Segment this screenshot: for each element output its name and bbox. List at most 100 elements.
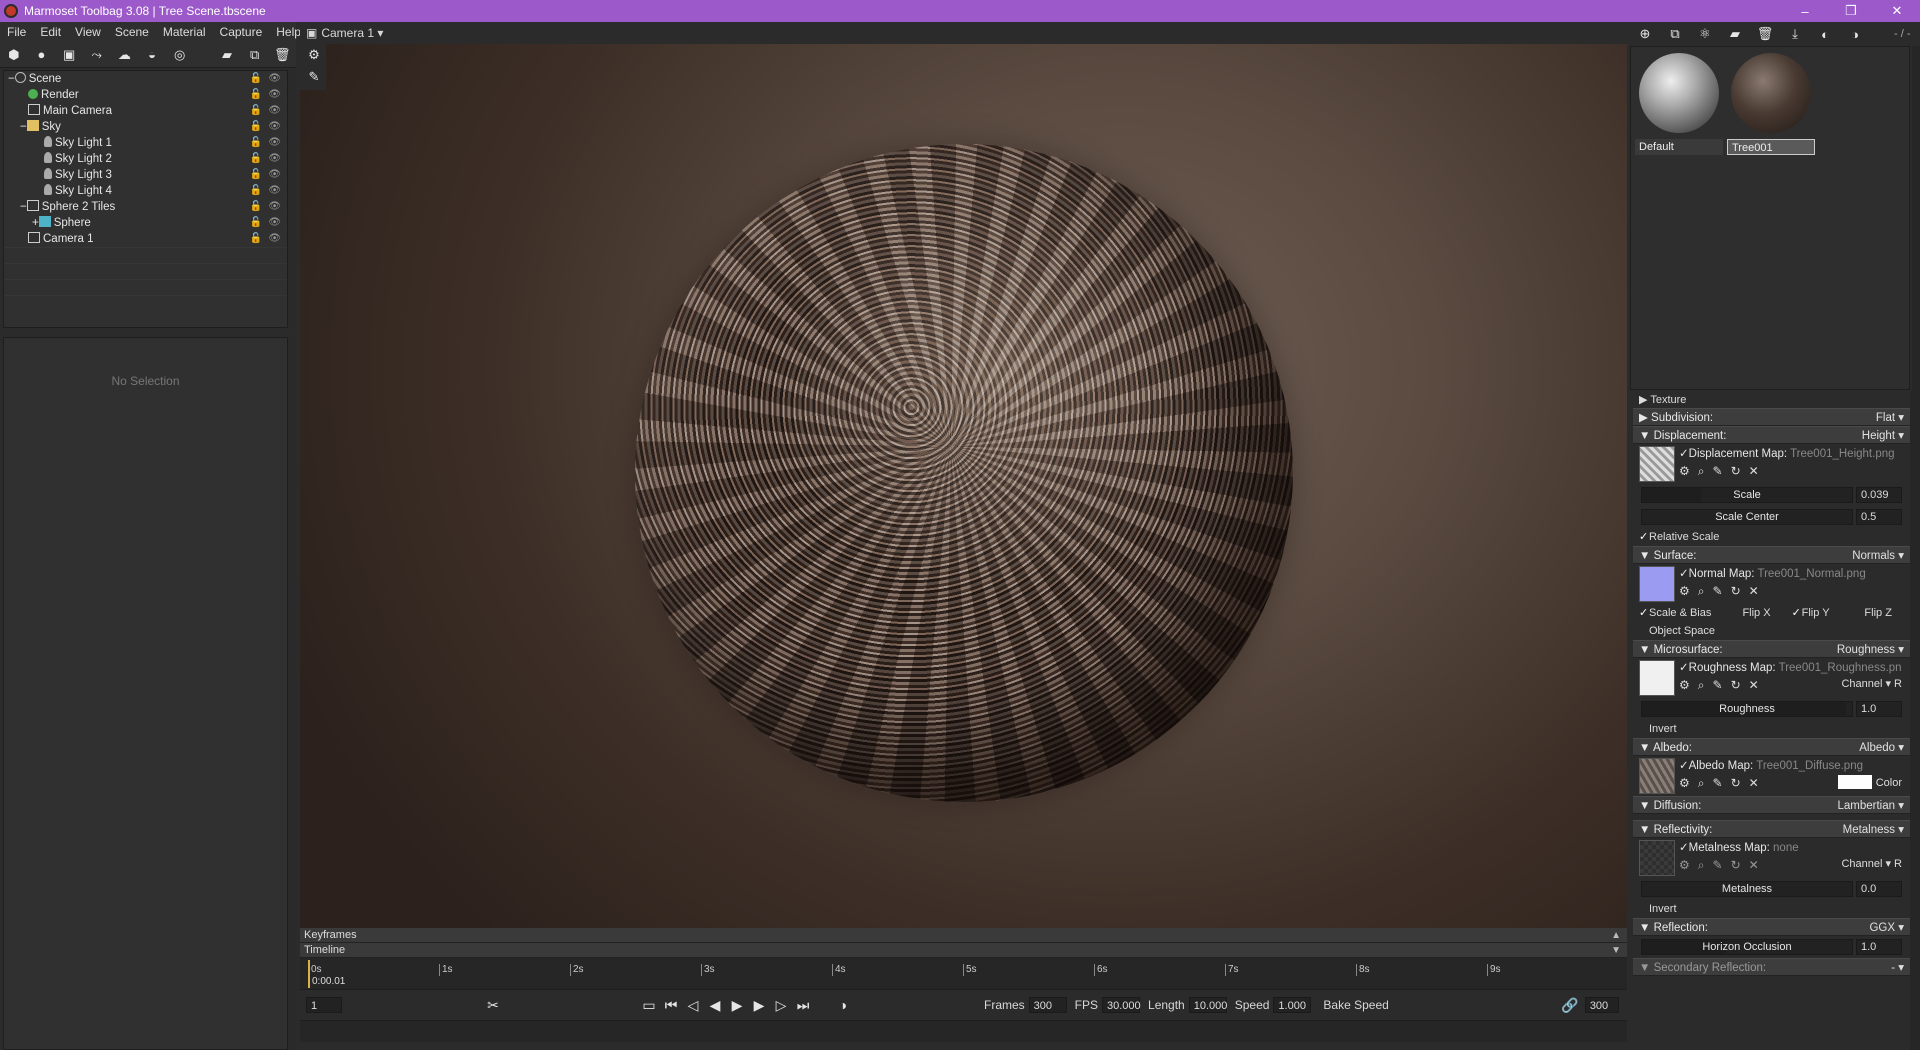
reflectivity-dropdown[interactable]: Metalness ▾: [1843, 821, 1904, 839]
displacement-dropdown[interactable]: Height ▾: [1862, 427, 1904, 445]
surface-header[interactable]: ▼ Surface: Normals ▾: [1633, 546, 1910, 564]
frames-field[interactable]: 300: [1028, 997, 1067, 1013]
roughness-slider[interactable]: Roughness 1.0: [1633, 698, 1910, 720]
microsurface-dropdown[interactable]: Roughness ▾: [1837, 641, 1904, 659]
tree-item-render[interactable]: Render 🔓 👁: [4, 87, 287, 103]
eye-icon[interactable]: 👁: [268, 215, 281, 231]
add-render-icon[interactable]: ◎: [169, 44, 191, 66]
tree-item-sky-light-2[interactable]: Sky Light 2 🔓 👁: [4, 151, 287, 167]
eye-icon[interactable]: 👁: [268, 87, 281, 103]
pick-material-icon[interactable]: ⤓: [1783, 23, 1807, 45]
settings-icon[interactable]: ◑: [832, 997, 854, 1013]
flip-y-checkbox[interactable]: ✓Flip Y: [1792, 607, 1830, 619]
open-folder-icon[interactable]: ▰: [1723, 23, 1747, 45]
tree-item-sphere[interactable]: + Sphere 🔓 👁: [4, 215, 287, 231]
checkbox-icon[interactable]: ✓: [1679, 448, 1689, 460]
speed-field[interactable]: 1.000: [1273, 997, 1312, 1013]
menu-material[interactable]: Material: [156, 25, 213, 39]
scale-bias-checkbox[interactable]: ✓Scale & Bias: [1639, 607, 1711, 619]
frame-field[interactable]: 1: [306, 997, 342, 1013]
add-shadow-catcher-icon[interactable]: ⤳: [86, 44, 108, 66]
link-icon[interactable]: 🔗: [1559, 997, 1581, 1014]
properties-scrollbar[interactable]: [288, 337, 296, 1050]
scale-slider[interactable]: Scale 0.039: [1633, 484, 1910, 506]
tree-item-sphere-2-tiles[interactable]: − Sphere 2 Tiles 🔓 👁: [4, 199, 287, 215]
reflection-dropdown[interactable]: GGX ▾: [1869, 919, 1904, 937]
lock-icon[interactable]: 🔓: [250, 71, 262, 87]
eye-icon[interactable]: 👁: [268, 135, 281, 151]
albedo-thumbnail[interactable]: [1639, 758, 1675, 794]
eyedropper-icon[interactable]: ✎: [1713, 858, 1723, 873]
bake-speed-button[interactable]: Bake Speed: [1323, 998, 1388, 1012]
tree-item-sky-light-1[interactable]: Sky Light 1 🔓 👁: [4, 135, 287, 151]
merge-material-icon[interactable]: ⚛: [1693, 23, 1717, 45]
add-fog-icon[interactable]: ☁: [114, 44, 136, 66]
duplicate-icon[interactable]: ⧉: [244, 44, 266, 66]
reload-icon[interactable]: ↻: [1731, 464, 1741, 479]
library-scrollbar[interactable]: [1912, 46, 1920, 390]
add-camera-icon[interactable]: ▣: [58, 44, 80, 66]
apply-material-icon[interactable]: ◐: [1813, 23, 1837, 45]
displacement-thumbnail[interactable]: [1639, 446, 1675, 482]
lock-icon[interactable]: 🔓: [250, 167, 262, 183]
material-library[interactable]: Default Tree001: [1630, 46, 1910, 390]
search-icon[interactable]: ⌕: [1698, 776, 1705, 791]
add-light-icon[interactable]: ●: [31, 44, 53, 66]
reload-icon[interactable]: ↻: [1731, 678, 1741, 693]
roughness-thumbnail[interactable]: [1639, 660, 1675, 696]
menu-capture[interactable]: Capture: [213, 25, 270, 39]
play-icon[interactable]: ▶: [726, 997, 748, 1014]
prev-key-icon[interactable]: ◁: [682, 997, 704, 1014]
checkbox-icon[interactable]: ✓: [1679, 568, 1689, 580]
menu-edit[interactable]: Edit: [33, 25, 68, 39]
eyedropper-icon[interactable]: ✎: [1713, 678, 1723, 693]
invert-metalness-checkbox[interactable]: Invert: [1633, 900, 1910, 918]
normal-thumbnail[interactable]: [1639, 566, 1675, 602]
lock-icon[interactable]: 🔓: [250, 135, 262, 151]
gear-icon[interactable]: ⚙: [303, 44, 325, 66]
tree-item-sky[interactable]: − Sky 🔓 👁: [4, 119, 287, 135]
viewport[interactable]: [300, 22, 1627, 928]
invert-roughness-checkbox[interactable]: Invert: [1633, 720, 1910, 738]
secondary-dropdown[interactable]: - ▾: [1891, 959, 1904, 977]
relative-scale-checkbox[interactable]: ✓Relative Scale: [1633, 528, 1910, 546]
metalness-thumbnail[interactable]: [1639, 840, 1675, 876]
reload-icon[interactable]: ↻: [1731, 584, 1741, 599]
lock-icon[interactable]: 🔓: [250, 231, 262, 247]
end-frame-field[interactable]: 300: [1584, 997, 1619, 1013]
scale-center-field[interactable]: 0.5: [1856, 509, 1902, 525]
tree-item-sky-light-3[interactable]: Sky Light 3 🔓 👁: [4, 167, 287, 183]
lock-icon[interactable]: 🔓: [250, 215, 262, 231]
color-picker[interactable]: Color: [1837, 775, 1902, 789]
loop-icon[interactable]: ▭: [638, 997, 660, 1014]
key-icon[interactable]: ✂: [482, 997, 504, 1014]
gear-icon[interactable]: ⚙: [1679, 858, 1690, 873]
menu-view[interactable]: View: [68, 25, 108, 39]
diffusion-dropdown[interactable]: Lambertian ▾: [1837, 797, 1904, 815]
eye-icon[interactable]: 👁: [268, 119, 281, 135]
search-icon[interactable]: ⌕: [1698, 858, 1705, 873]
expand-toggle-icon[interactable]: −: [8, 73, 15, 85]
next-key-icon[interactable]: ▷: [770, 997, 792, 1014]
close-icon[interactable]: ✕: [1749, 464, 1759, 479]
editor-scrollbar[interactable]: [1910, 390, 1920, 1050]
outliner-scrollbar[interactable]: [288, 70, 296, 328]
compass-icon[interactable]: ◑: [1843, 23, 1867, 45]
displacement-header[interactable]: ▼ Displacement: Height ▾: [1633, 426, 1910, 444]
expand-toggle-icon[interactable]: −: [20, 201, 27, 213]
collapse-icon[interactable]: ▲: [1611, 928, 1621, 943]
eyedropper-icon[interactable]: ✎: [1713, 464, 1723, 479]
lock-icon[interactable]: 🔓: [250, 103, 262, 119]
secondary-reflection-header[interactable]: ▼ Secondary Reflection: - ▾: [1633, 958, 1910, 976]
eye-icon[interactable]: 👁: [268, 151, 281, 167]
add-turntable-icon[interactable]: ◒: [141, 44, 163, 66]
eye-icon[interactable]: 👁: [268, 71, 281, 87]
close-button[interactable]: ✕: [1874, 3, 1920, 19]
surface-dropdown[interactable]: Normals ▾: [1852, 547, 1904, 565]
lock-icon[interactable]: 🔓: [250, 183, 262, 199]
tree-item-camera-1[interactable]: Camera 1 🔓 👁: [4, 231, 287, 247]
minimize-button[interactable]: –: [1782, 4, 1828, 19]
close-icon[interactable]: ✕: [1749, 678, 1759, 693]
flip-z-checkbox[interactable]: Flip Z: [1854, 607, 1892, 619]
scene-outliner[interactable]: − Scene 🔓 👁 Render 🔓 👁 Main Camera 🔓 👁 − Sky 🔓 👁 S…: [3, 70, 288, 328]
